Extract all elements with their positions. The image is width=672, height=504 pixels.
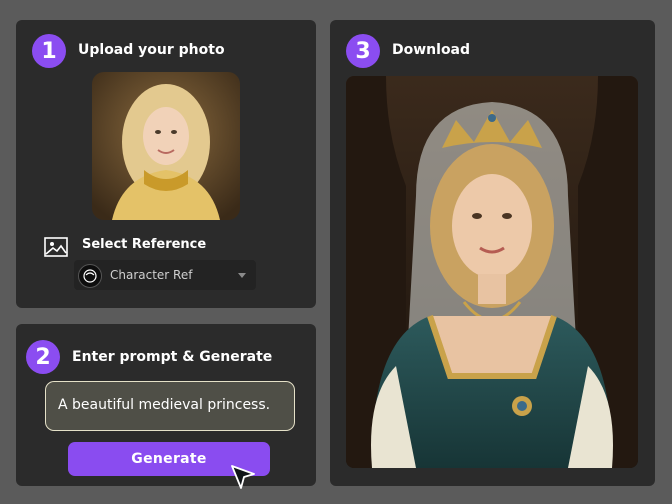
uploaded-photo[interactable]	[92, 72, 240, 220]
uploaded-photo-image	[92, 72, 240, 220]
image-icon	[44, 237, 68, 257]
prompt-input[interactable]: A beautiful medieval princess.	[45, 381, 295, 431]
chevron-down-icon	[238, 273, 246, 278]
character-ref-avatar-icon	[78, 264, 102, 288]
step-3-title: Download	[392, 42, 471, 58]
select-reference-label: Select Reference	[82, 237, 207, 252]
reference-dropdown-value: Character Ref	[110, 268, 193, 282]
generated-image[interactable]	[346, 76, 638, 468]
download-panel: 3 Download	[330, 20, 655, 486]
step-2-title: Enter prompt & Generate	[72, 349, 273, 365]
generated-portrait-image	[346, 76, 638, 468]
prompt-panel: 2 Enter prompt & Generate A beautiful me…	[16, 324, 316, 489]
step-3-badge: 3	[346, 34, 380, 68]
step-2-badge: 2	[26, 340, 60, 374]
cursor-icon	[231, 465, 255, 489]
reference-dropdown[interactable]: Character Ref	[74, 260, 256, 290]
upload-panel: 1 Upload your photo Select Reference Cha…	[16, 20, 316, 308]
step-1-title: Upload your photo	[78, 42, 225, 58]
step-1-badge: 1	[32, 34, 66, 68]
